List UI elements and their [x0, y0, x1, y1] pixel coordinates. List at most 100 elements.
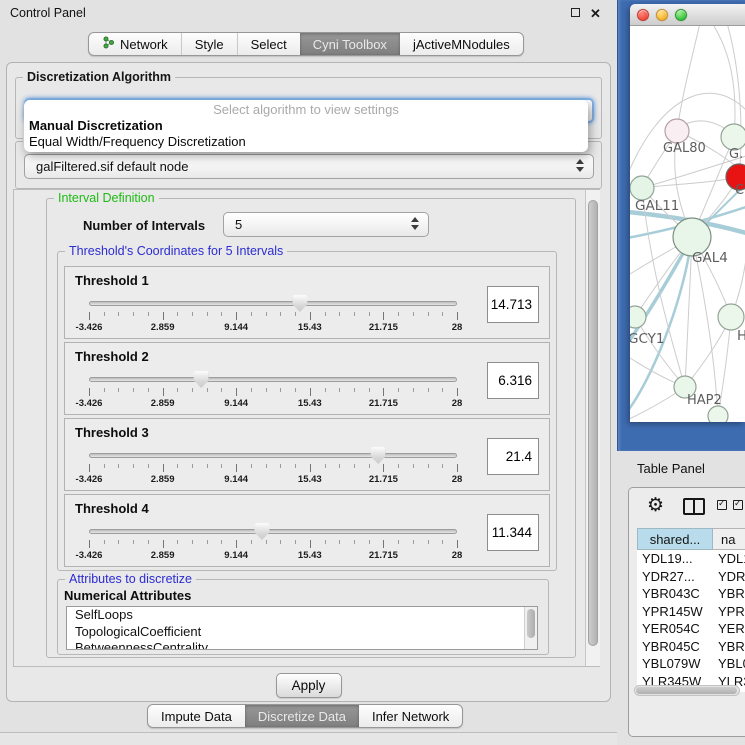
slider-thumb[interactable]: [292, 295, 307, 312]
slider-thumb[interactable]: [254, 523, 269, 540]
column-header-shared-name[interactable]: shared...: [637, 528, 713, 550]
tab-network[interactable]: Network: [89, 33, 181, 55]
table-row[interactable]: YBR045CYBR0: [637, 638, 745, 656]
number-of-intervals-value: 5: [235, 217, 242, 232]
tab-cyni-toolbox[interactable]: Cyni Toolbox: [300, 33, 400, 55]
table-data-combobox[interactable]: galFiltered.sif default node: [24, 154, 594, 179]
slider-track[interactable]: [89, 529, 457, 534]
column-layout-icon[interactable]: [683, 498, 705, 515]
threshold-slider[interactable]: -3.4262.8599.14415.4321.71528: [89, 449, 457, 487]
network-node[interactable]: [665, 119, 689, 143]
slider-ticks: [89, 464, 457, 472]
slider-ticks: [89, 540, 457, 548]
attributes-scrollbar[interactable]: [524, 607, 537, 649]
slider-track[interactable]: [89, 453, 457, 458]
tab-discretize-data[interactable]: Discretize Data: [245, 705, 359, 727]
threshold-value-field[interactable]: 14.713: [487, 286, 539, 323]
tab-style[interactable]: Style: [181, 33, 237, 55]
network-node[interactable]: [718, 304, 744, 330]
table-cell[interactable]: YBL079W: [637, 655, 713, 673]
network-edge[interactable]: [642, 177, 739, 188]
table-cell[interactable]: YBR0: [713, 585, 745, 603]
tab-label: Infer Network: [372, 709, 449, 724]
scrollbar-thumb[interactable]: [588, 200, 598, 646]
tab-impute-data[interactable]: Impute Data: [148, 705, 245, 727]
slider-ticks: [89, 388, 457, 396]
network-canvas[interactable]: GAL80G.CGAL11GAL4GCY1HHAP2: [630, 26, 745, 422]
slider-track[interactable]: [89, 377, 457, 382]
settings-vertical-scrollbar[interactable]: [585, 190, 600, 666]
algorithm-option[interactable]: Equal Width/Frequency Discretization: [24, 134, 588, 150]
attribute-list-item[interactable]: SelfLoops: [67, 607, 537, 624]
threshold-value-field[interactable]: 21.4: [487, 438, 539, 475]
threshold-value-field[interactable]: 11.344: [487, 514, 539, 551]
table-row[interactable]: YPR145WYPR1: [637, 603, 745, 621]
attribute-list-item[interactable]: TopologicalCoefficient: [67, 624, 537, 641]
checkbox-icon[interactable]: [733, 500, 743, 510]
apply-button[interactable]: Apply: [276, 673, 342, 698]
table-row[interactable]: YBL079WYBL0: [637, 655, 745, 673]
dropdown-placeholder-option[interactable]: Select algorithm to view settings: [24, 102, 588, 118]
threshold-label: Threshold 2: [75, 349, 149, 364]
table-cell[interactable]: YPR145W: [637, 603, 713, 621]
table-cell[interactable]: YBR043C: [637, 585, 713, 603]
algorithm-option[interactable]: Manual Discretization: [24, 118, 588, 134]
column-header-name[interactable]: na: [713, 528, 745, 550]
table-data-value: galFiltered.sif default node: [36, 159, 188, 174]
table-cell[interactable]: YER0: [713, 620, 745, 638]
right-region: GAL80G.CGAL11GAL4GCY1HHAP2 Table Panel ⚙…: [617, 0, 745, 745]
checkbox-icon[interactable]: [717, 500, 727, 510]
close-icon[interactable]: ✕: [590, 6, 601, 22]
network-node[interactable]: [630, 176, 654, 200]
network-window-titlebar: [630, 4, 745, 26]
settings-gear-icon[interactable]: ⚙: [647, 494, 664, 516]
slider-thumb[interactable]: [371, 447, 386, 464]
tab-label: Cyni Toolbox: [313, 37, 387, 52]
threshold-slider[interactable]: -3.4262.8599.14415.4321.71528: [89, 297, 457, 335]
number-of-intervals-spinner[interactable]: 5: [223, 212, 429, 237]
zoom-traffic-light-icon[interactable]: [675, 9, 687, 21]
threshold-value-field[interactable]: 6.316: [487, 362, 539, 399]
float-icon[interactable]: [571, 8, 580, 17]
minimize-traffic-light-icon[interactable]: [656, 9, 668, 21]
threshold-label: Threshold 1: [75, 273, 149, 288]
attribute-list-item[interactable]: BetweennessCentrality: [67, 640, 537, 650]
numerical-attributes-list[interactable]: SelfLoopsTopologicalCoefficientBetweenne…: [66, 606, 538, 650]
table-horizontal-scrollbar[interactable]: [634, 685, 740, 696]
threshold-row: Threshold 1 -3.4262.8599.14415.4321.71528…: [64, 266, 550, 339]
network-node[interactable]: [630, 306, 646, 328]
table-panel-window: ⚙ shared... na YDL19...YDL1YDR27...YDR2Y…: [628, 487, 745, 737]
table-cell[interactable]: YDL1: [713, 550, 745, 568]
table-row[interactable]: YBR043CYBR0: [637, 585, 745, 603]
scrollbar-thumb[interactable]: [636, 687, 737, 694]
tab-infer-network[interactable]: Infer Network: [359, 705, 462, 727]
table-row[interactable]: YDL19...YDL1: [637, 550, 745, 568]
tab-select[interactable]: Select: [237, 33, 300, 55]
table-cell[interactable]: YDL19...: [637, 550, 713, 568]
table-row[interactable]: YER054CYER0: [637, 620, 745, 638]
tab-label: jActiveMNodules: [413, 37, 510, 52]
combobox-stepper-icon[interactable]: [576, 159, 584, 172]
network-edge[interactable]: [677, 26, 700, 131]
table-cell[interactable]: YBL0: [713, 655, 745, 673]
group-title: Attributes to discretize: [65, 572, 196, 586]
table-cell[interactable]: YBR045C: [637, 638, 713, 656]
table-cell[interactable]: YDR27...: [637, 568, 713, 586]
node-attribute-table[interactable]: shared... na YDL19...YDL1YDR27...YDR2YBR…: [637, 528, 745, 692]
network-node-label: HAP2: [687, 393, 722, 408]
tab-label: Discretize Data: [258, 709, 346, 724]
table-cell[interactable]: YDR2: [713, 568, 745, 586]
table-row[interactable]: YDR27...YDR2: [637, 568, 745, 586]
threshold-slider[interactable]: -3.4262.8599.14415.4321.71528: [89, 373, 457, 411]
spinner-stepper-icon[interactable]: [411, 217, 419, 230]
slider-track[interactable]: [89, 301, 457, 306]
group-title: Threshold's Coordinates for 5 Intervals: [65, 244, 287, 258]
threshold-slider[interactable]: -3.4262.8599.14415.4321.71528: [89, 525, 457, 563]
network-node[interactable]: [708, 406, 728, 422]
table-cell[interactable]: YPR1: [713, 603, 745, 621]
close-traffic-light-icon[interactable]: [637, 9, 649, 21]
tab-jactivemnodules[interactable]: jActiveMNodules: [400, 33, 523, 55]
table-cell[interactable]: YER054C: [637, 620, 713, 638]
slider-thumb[interactable]: [194, 371, 209, 388]
table-cell[interactable]: YBR0: [713, 638, 745, 656]
